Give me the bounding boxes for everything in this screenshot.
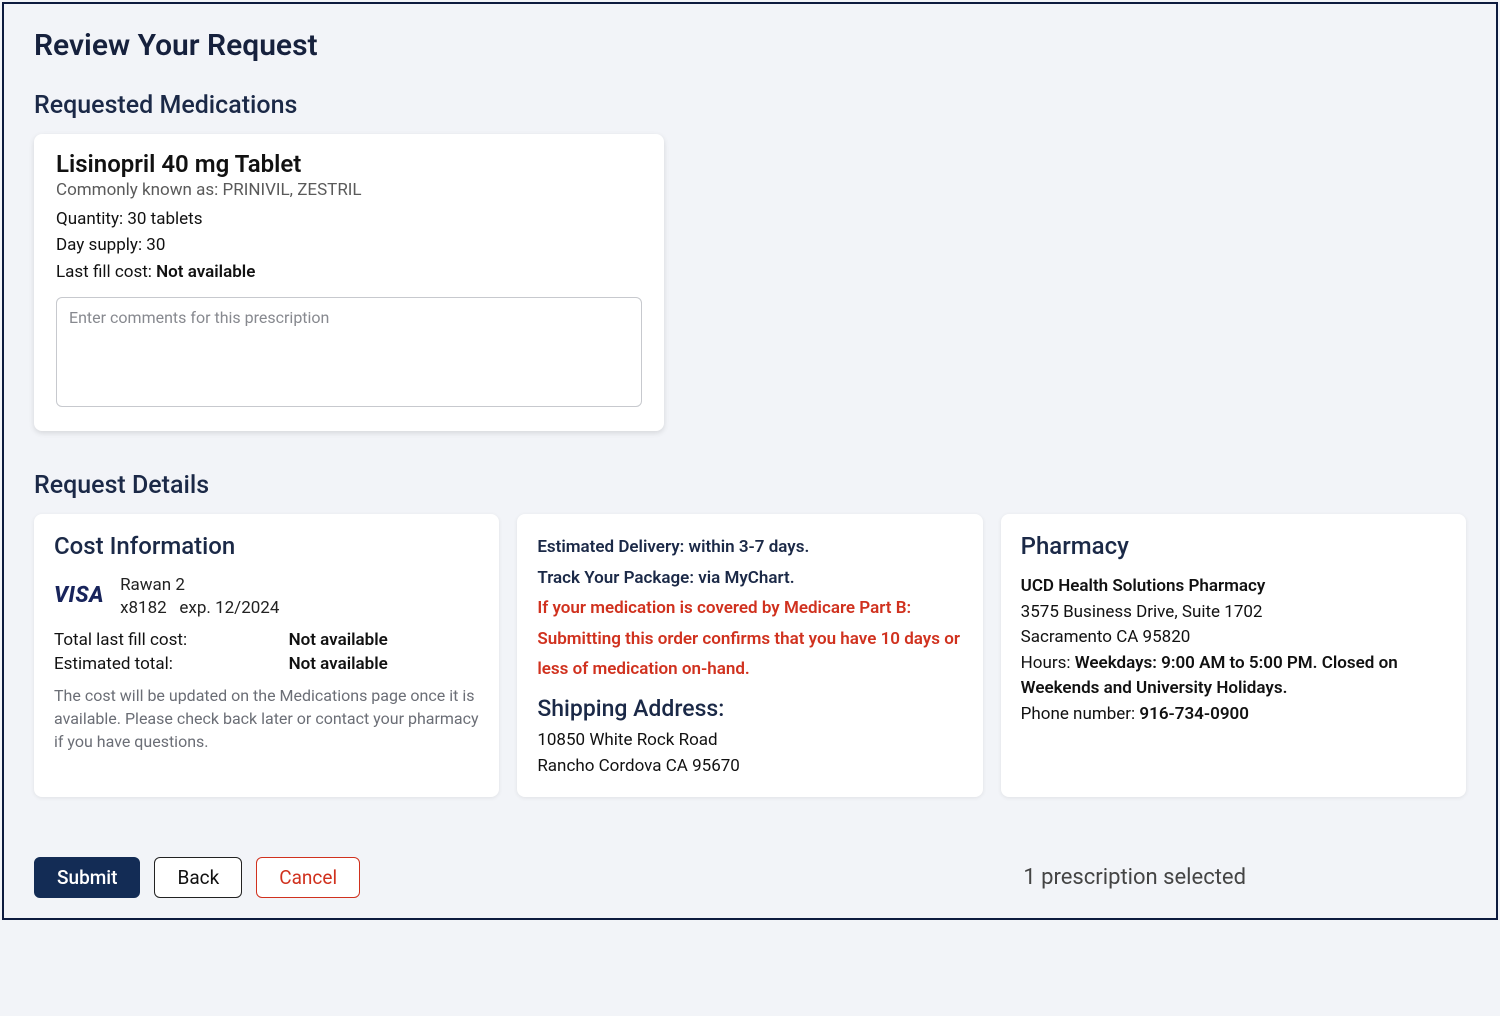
estimated-total-value: Not available [289, 654, 480, 674]
medicare-warning: If your medication is covered by Medicar… [537, 593, 962, 685]
pharmacy-name: UCD Health Solutions Pharmacy [1021, 574, 1446, 600]
last-fill-label: Last fill cost: [56, 262, 152, 282]
track-package-label: Track Your Package: [537, 568, 694, 588]
estimated-delivery-label: Estimated Delivery: [537, 537, 684, 557]
medication-name: Lisinopril 40 mg Tablet [56, 150, 642, 178]
shipping-address-line1: 10850 White Rock Road [537, 728, 962, 754]
cost-note: The cost will be updated on the Medicati… [54, 684, 479, 754]
page-title: Review Your Request [34, 28, 1466, 63]
visa-logo-icon: VISA [54, 583, 104, 608]
quantity-value: 30 tablets [127, 209, 202, 229]
request-details-title: Request Details [34, 471, 1466, 500]
pharmacy-card-title: Pharmacy [1021, 532, 1446, 560]
pharmacy-card: Pharmacy UCD Health Solutions Pharmacy 3… [1001, 514, 1466, 797]
selection-status: 1 prescription selected [1023, 865, 1246, 890]
medication-alias-label: Commonly known as: [56, 180, 218, 200]
cost-card-title: Cost Information [54, 532, 479, 560]
estimated-delivery-value: within 3-7 days. [689, 537, 810, 557]
pharmacy-address-line2: Sacramento CA 95820 [1021, 625, 1446, 651]
day-supply-label: Day supply: [56, 235, 142, 255]
cancel-button[interactable]: Cancel [256, 857, 360, 898]
total-last-fill-label: Total last fill cost: [54, 630, 279, 650]
medication-card: Lisinopril 40 mg Tablet Commonly known a… [34, 134, 664, 431]
prescription-comments-input[interactable] [56, 297, 642, 407]
estimated-total-label: Estimated total: [54, 654, 279, 674]
medication-day-supply: Day supply: 30 [56, 232, 642, 258]
medications-section-title: Requested Medications [34, 91, 1466, 120]
medication-alias: Commonly known as: PRINIVIL, ZESTRIL [56, 180, 642, 200]
quantity-label: Quantity: [56, 209, 123, 229]
day-supply-value: 30 [146, 235, 165, 255]
medication-alias-value: PRINIVIL, ZESTRIL [223, 180, 362, 200]
submit-button[interactable]: Submit [34, 857, 140, 898]
shipping-address-title: Shipping Address: [537, 695, 962, 722]
cost-information-card: Cost Information VISA Rawan 2 x8182 exp.… [34, 514, 499, 797]
last-fill-value: Not available [156, 262, 255, 282]
track-package-value: via MyChart. [698, 568, 794, 588]
payment-card-exp: 12/2024 [215, 598, 279, 618]
pharmacy-hours-value: Weekdays: 9:00 AM to 5:00 PM. Closed on … [1021, 653, 1398, 699]
payment-card-exp-label: exp. [179, 598, 210, 618]
payment-card-last4: x8182 [120, 598, 167, 618]
pharmacy-phone-value: 916-734-0900 [1139, 704, 1249, 724]
pharmacy-address-line1: 3575 Business Drive, Suite 1702 [1021, 600, 1446, 626]
payment-card-name: Rawan 2 [120, 574, 279, 598]
delivery-card: Estimated Delivery: within 3-7 days. Tra… [517, 514, 982, 797]
shipping-address-line2: Rancho Cordova CA 95670 [537, 754, 962, 780]
back-button[interactable]: Back [154, 857, 242, 898]
total-last-fill-value: Not available [289, 630, 480, 650]
pharmacy-hours-label: Hours: [1021, 653, 1071, 673]
medication-quantity: Quantity: 30 tablets [56, 206, 642, 232]
pharmacy-phone-label: Phone number: [1021, 704, 1136, 724]
medication-last-fill-cost: Last fill cost: Not available [56, 259, 642, 285]
